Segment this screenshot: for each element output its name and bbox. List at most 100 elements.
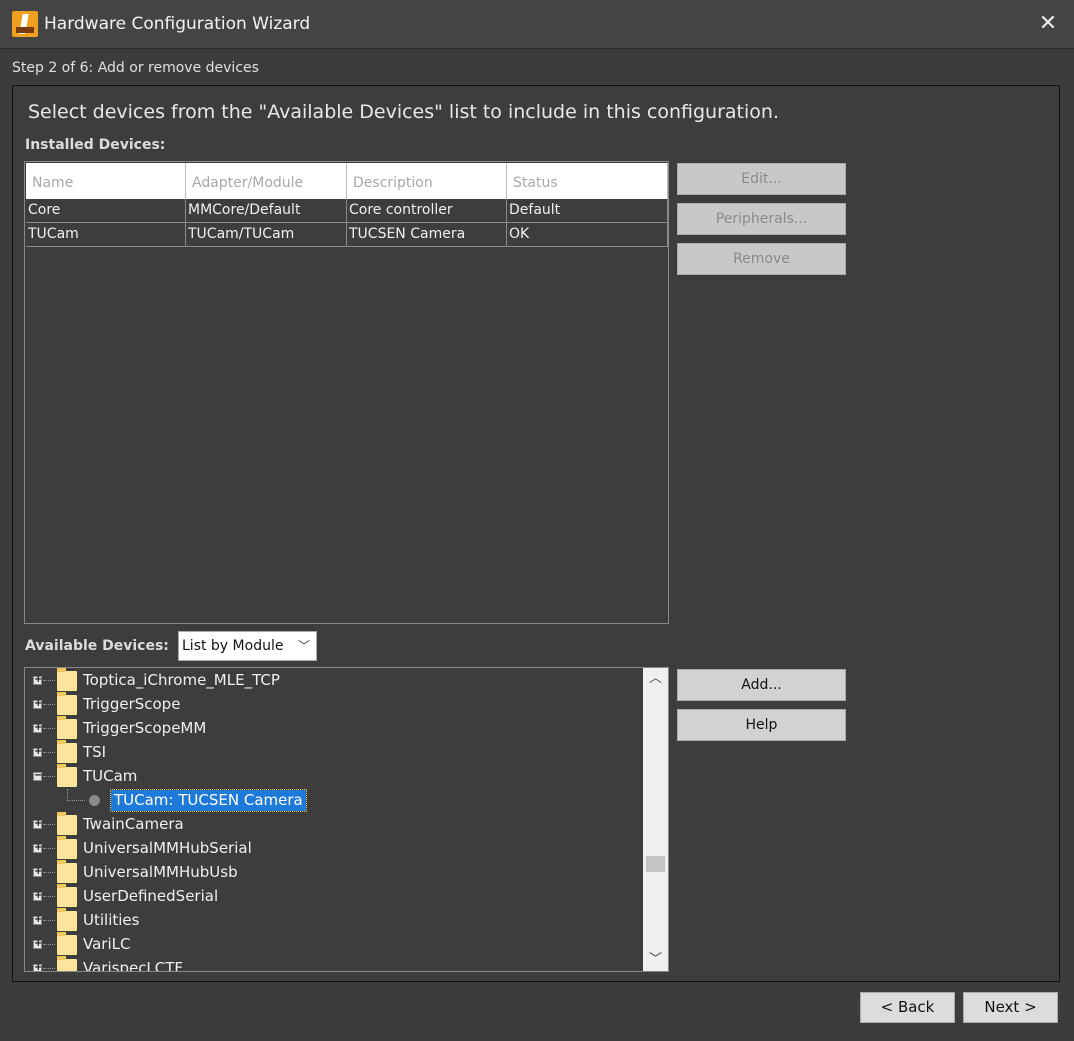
scroll-down-icon[interactable]: ﹀: [643, 949, 668, 971]
title-bar: Hardware Configuration Wizard ✕: [0, 0, 1074, 49]
device-leaf-icon: [89, 795, 100, 806]
tree-item-label: TSI: [83, 743, 107, 761]
tree-item[interactable]: + VarispecLCTF: [25, 956, 643, 972]
cell-name: TUCam: [26, 223, 186, 247]
tree-connector: [43, 704, 55, 705]
expand-icon[interactable]: +: [33, 699, 42, 709]
folder-icon: [57, 740, 77, 763]
tree-connector: [43, 728, 55, 729]
next-button[interactable]: Next >: [963, 992, 1058, 1023]
peripherals-button[interactable]: Peripherals...: [677, 203, 846, 235]
folder-icon: [57, 908, 77, 931]
tree-item-label: UniversalMMHubSerial: [83, 839, 252, 857]
tree-item-label: UserDefinedSerial: [83, 887, 219, 905]
tree-item[interactable]: + Utilities: [25, 908, 643, 933]
tree-connector: [43, 872, 55, 873]
edit-button[interactable]: Edit...: [677, 163, 846, 195]
folder-icon: [57, 668, 77, 691]
cell-status: OK: [507, 223, 668, 247]
tree-item[interactable]: + TriggerScope: [25, 692, 643, 717]
help-button[interactable]: Help: [677, 709, 846, 741]
column-header-name[interactable]: Name: [26, 163, 186, 199]
tree-item[interactable]: − TUCam: [25, 764, 643, 789]
tree-item-selected[interactable]: TUCam: TUCSEN Camera: [25, 789, 643, 813]
tree-item[interactable]: + Toptica_iChrome_MLE_TCP: [25, 668, 643, 693]
tree-connector: [43, 848, 55, 849]
tree-connector: [43, 776, 55, 777]
scroll-thumb[interactable]: [646, 856, 665, 872]
installed-devices-label: Installed Devices:: [25, 137, 166, 153]
back-button[interactable]: < Back: [860, 992, 955, 1023]
instructions-text: Select devices from the "Available Devic…: [28, 101, 779, 123]
expand-icon[interactable]: +: [33, 867, 42, 877]
column-header-description[interactable]: Description: [347, 163, 507, 199]
step-label: Step 2 of 6: Add or remove devices: [12, 60, 259, 76]
tree-scrollbar[interactable]: ︿ ﹀: [643, 668, 668, 971]
tree-item-label: TUCam: TUCSEN Camera: [110, 789, 307, 812]
tree-item[interactable]: + UniversalMMHubUsb: [25, 860, 643, 885]
installed-devices-table[interactable]: Name Adapter/Module Description Status C…: [24, 161, 669, 624]
tree-item[interactable]: + TriggerScopeMM: [25, 716, 643, 741]
tree-item[interactable]: + UniversalMMHubSerial: [25, 836, 643, 861]
scroll-up-icon[interactable]: ︿: [643, 668, 668, 690]
remove-button[interactable]: Remove: [677, 243, 846, 275]
view-mode-value: List by Module: [182, 638, 284, 654]
tree-item-label: TriggerScopeMM: [83, 719, 207, 737]
folder-icon: [57, 956, 77, 971]
add-button[interactable]: Add...: [677, 669, 846, 701]
expand-icon[interactable]: +: [33, 747, 42, 757]
expand-icon[interactable]: +: [33, 723, 42, 733]
cell-description: Core controller: [347, 199, 507, 223]
tree-connector: [67, 800, 85, 801]
collapse-icon[interactable]: −: [33, 771, 42, 781]
expand-icon[interactable]: +: [33, 843, 42, 853]
tree-connector: [43, 752, 55, 753]
column-header-status[interactable]: Status: [507, 163, 668, 199]
tree-item[interactable]: + TwainCamera: [25, 812, 643, 837]
expand-icon[interactable]: +: [33, 819, 42, 829]
tree-connector: [43, 968, 55, 969]
expand-icon[interactable]: +: [33, 963, 42, 971]
tree-connector: [43, 824, 55, 825]
folder-icon: [57, 836, 77, 859]
cell-adapter: MMCore/Default: [186, 199, 347, 223]
folder-icon: [57, 692, 77, 715]
expand-icon[interactable]: +: [33, 891, 42, 901]
folder-icon: [57, 884, 77, 907]
cell-description: TUCSEN Camera: [347, 223, 507, 247]
table-row[interactable]: Core MMCore/Default Core controller Defa…: [26, 199, 668, 223]
available-devices-tree[interactable]: + Toptica_iChrome_MLE_TCP + TriggerScope…: [24, 667, 669, 972]
tree-item-label: Toptica_iChrome_MLE_TCP: [83, 671, 280, 689]
cell-adapter: TUCam/TUCam: [186, 223, 347, 247]
table-row[interactable]: TUCam TUCam/TUCam TUCSEN Camera OK: [26, 223, 668, 247]
close-button[interactable]: ✕: [1030, 6, 1066, 42]
tree-item-label: VarispecLCTF: [83, 959, 184, 972]
expand-icon[interactable]: +: [33, 675, 42, 685]
tree-item-label: VariLC: [83, 935, 131, 953]
cell-status: Default: [507, 199, 668, 223]
folder-icon: [57, 764, 77, 787]
view-mode-select[interactable]: List by Module ﹀: [178, 631, 317, 661]
expand-icon[interactable]: +: [33, 939, 42, 949]
available-devices-label: Available Devices:: [25, 638, 169, 654]
window-title: Hardware Configuration Wizard: [44, 14, 311, 34]
table-header: Name Adapter/Module Description Status: [26, 163, 668, 199]
folder-icon: [57, 932, 77, 955]
folder-icon: [57, 716, 77, 739]
folder-icon: [57, 860, 77, 883]
tree-item[interactable]: + TSI: [25, 740, 643, 765]
tree-item-label: Utilities: [83, 911, 140, 929]
tree-item-label: TwainCamera: [83, 815, 184, 833]
tree-connector: [43, 896, 55, 897]
expand-icon[interactable]: +: [33, 915, 42, 925]
folder-icon: [57, 812, 77, 835]
micro-manager-icon: [12, 11, 38, 37]
tree-item[interactable]: + UserDefinedSerial: [25, 884, 643, 909]
tree-item-label: TUCam: [83, 767, 138, 785]
tree-connector: [43, 944, 55, 945]
tree-item[interactable]: + VariLC: [25, 932, 643, 957]
column-header-adapter[interactable]: Adapter/Module: [186, 163, 347, 199]
tree-item-label: UniversalMMHubUsb: [83, 863, 238, 881]
chevron-down-icon: ﹀: [297, 639, 310, 653]
tree-connector: [43, 920, 55, 921]
